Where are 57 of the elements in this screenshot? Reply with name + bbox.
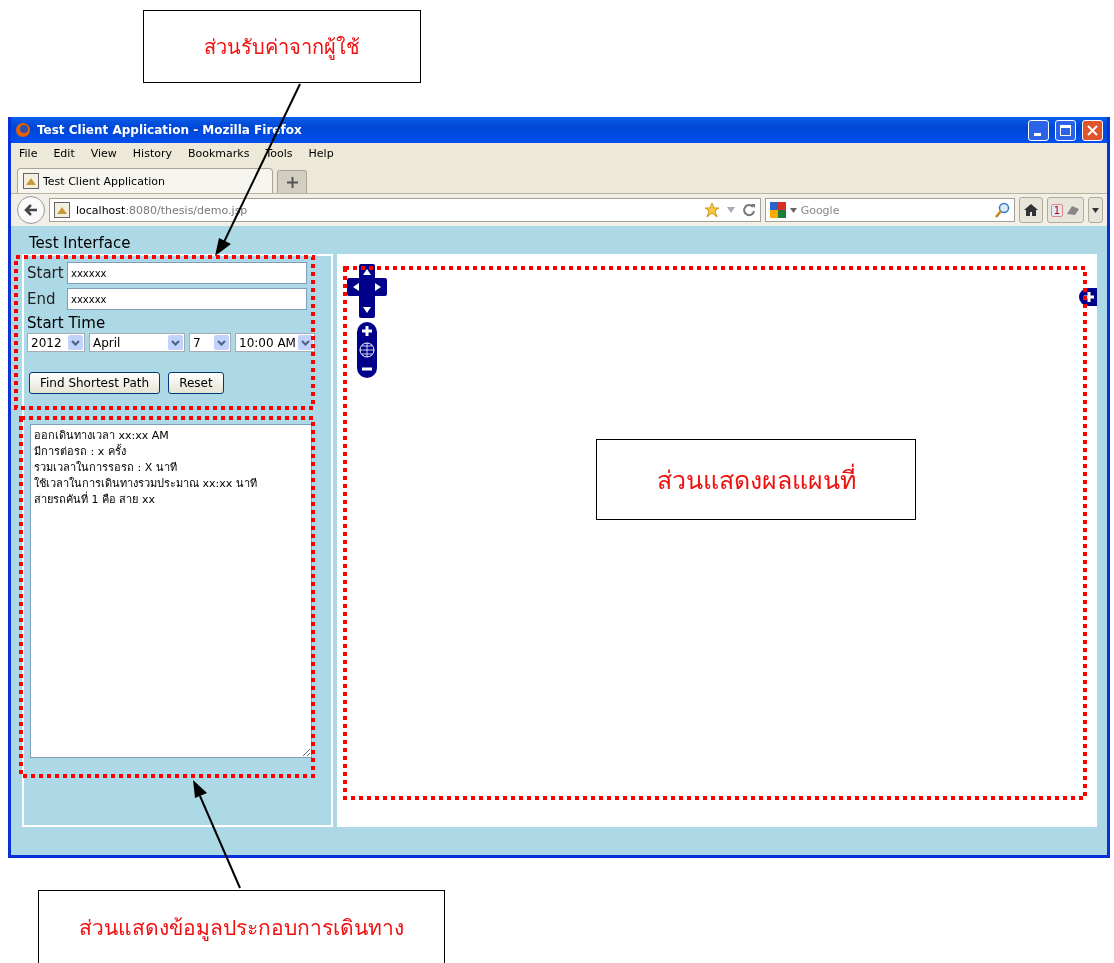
- map-area[interactable]: ส่วนแสดงผลแผนที่: [337, 254, 1097, 827]
- zoom-control-drawing[interactable]: [357, 322, 377, 378]
- minimize-button[interactable]: [1028, 119, 1049, 141]
- caret-icon: [789, 207, 797, 213]
- field-label: End: [27, 290, 57, 308]
- time-select[interactable]: 10:00 AM: [235, 333, 315, 352]
- caret-icon: [68, 335, 83, 350]
- page-icon: [54, 202, 70, 218]
- caret-icon: [168, 335, 183, 350]
- close-button[interactable]: [1082, 119, 1103, 141]
- page-icon: [23, 173, 39, 189]
- start-field[interactable]: xxxxxx: [67, 262, 307, 284]
- callout-label: ส่วนรับค่าจากผู้ใช้: [143, 10, 421, 83]
- maximize-icon: [1060, 124, 1071, 136]
- menu-item[interactable]: View: [90, 146, 117, 160]
- search-engine-icon: [769, 202, 786, 218]
- reload-icon[interactable]: [741, 203, 756, 217]
- search-icon: [993, 202, 1010, 218]
- close-icon: [1087, 124, 1098, 136]
- field-label: Start: [27, 264, 63, 282]
- page-heading: Test Interface: [28, 234, 132, 254]
- addon-icon: [1066, 204, 1080, 216]
- menu-button[interactable]: [1088, 197, 1103, 223]
- menu-item[interactable]: Help: [308, 146, 334, 160]
- layer-switcher-icon[interactable]: [1079, 288, 1097, 306]
- month-select[interactable]: April: [89, 333, 185, 352]
- menu-item[interactable]: File: [19, 146, 38, 160]
- browser-tab[interactable]: Test Client Application: [17, 168, 273, 193]
- caret-icon: [214, 335, 229, 350]
- year-select[interactable]: 2012: [27, 333, 85, 352]
- callout-label: ส่วนแสดงข้อมูลประกอบการเดินทาง: [38, 890, 445, 963]
- menu-item[interactable]: Edit: [53, 146, 75, 160]
- addon-button[interactable]: 1: [1046, 197, 1084, 223]
- menu-item[interactable]: History: [132, 146, 172, 160]
- find-path-button[interactable]: Find Shortest Path: [29, 372, 161, 394]
- back-arrow-icon: [24, 204, 38, 216]
- home-button[interactable]: [1018, 197, 1043, 223]
- menu-item[interactable]: Bookmarks: [188, 146, 250, 160]
- reset-button[interactable]: Reset: [168, 372, 224, 394]
- counter-badge: 1: [1050, 203, 1063, 217]
- caret-icon: [298, 335, 313, 350]
- caret-icon: [1092, 207, 1099, 213]
- minimize-icon: [1034, 132, 1041, 136]
- section-label: Start Time: [27, 314, 107, 332]
- star-icon[interactable]: [703, 202, 720, 218]
- callout-label: ส่วนแสดงผลแผนที่: [596, 439, 916, 520]
- end-field[interactable]: xxxxxx: [67, 288, 307, 310]
- back-button[interactable]: [17, 196, 45, 224]
- new-tab-button[interactable]: [277, 170, 307, 193]
- home-icon: [1022, 203, 1039, 217]
- maximize-button[interactable]: [1055, 119, 1076, 141]
- pan-control-drawing[interactable]: [347, 264, 387, 318]
- day-select[interactable]: 7: [189, 333, 231, 352]
- search-field[interactable]: Google: [764, 198, 1015, 222]
- firefox-icon: [15, 122, 31, 138]
- plus-icon: [286, 176, 298, 188]
- result-text-area[interactable]: ออกเดินทางเวลา xx:xx AM มีการต่อรถ : x ครั้ง รวมเวลาในการรอรถ : X นาที ใช้เวลาในการเดินทางรวมประมาณ xx:xx นาที สายรถคันที่ 1 คือ สาย xx: [30, 424, 312, 758]
